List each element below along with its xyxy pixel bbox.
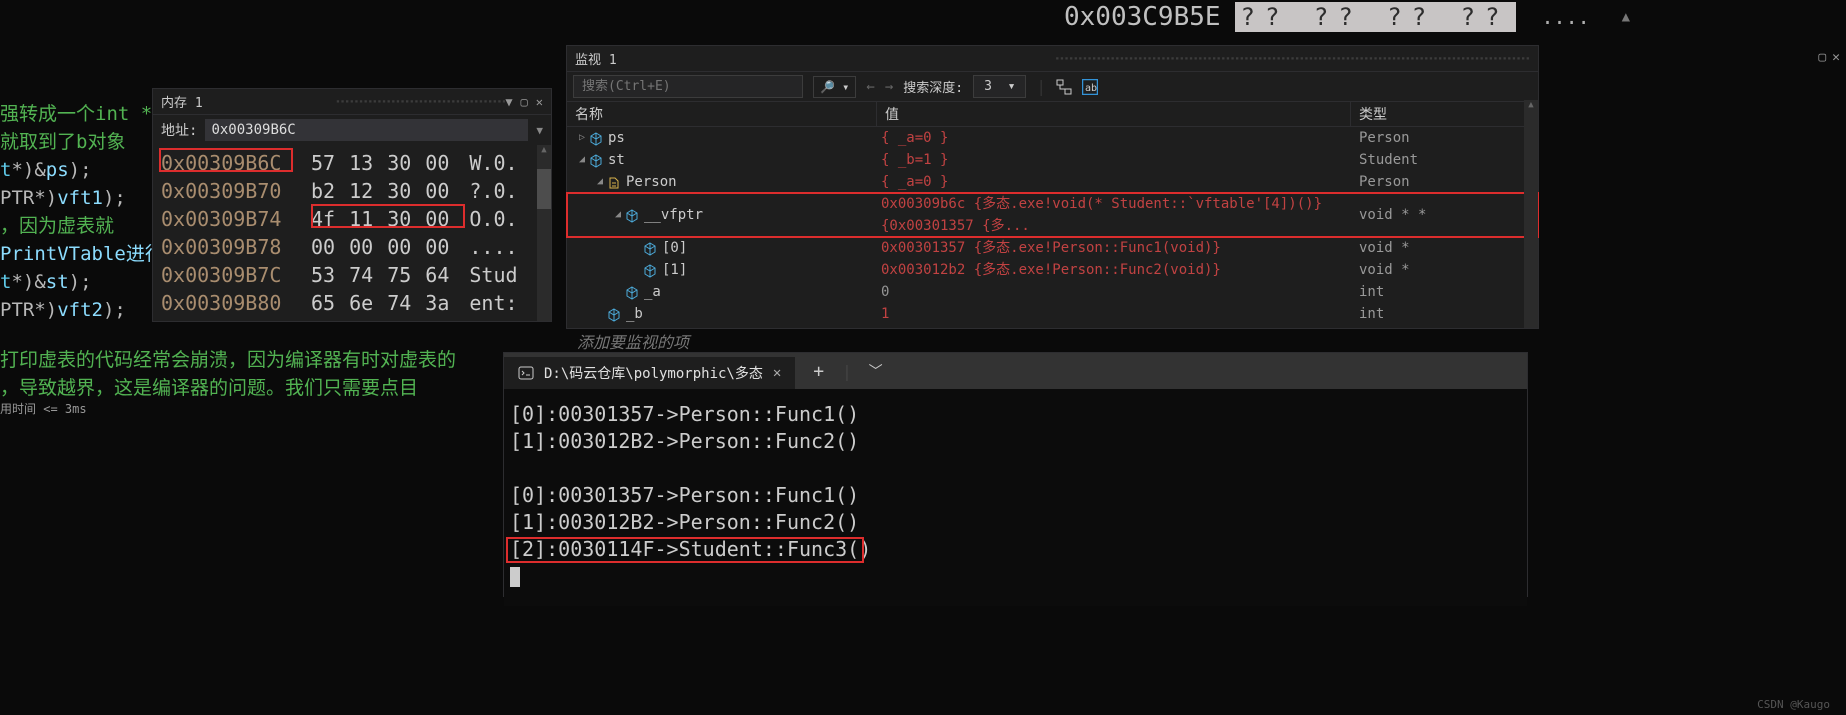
expand-icon[interactable]: ◢ [575,149,589,171]
memory-rows: ▲ 0x00309B6C57133000W.0.0x00309B70b21230… [153,145,551,321]
memory-row: 0x00309B6C57133000W.0. [153,149,551,177]
cube-icon [643,241,657,255]
svg-text:ab: ab [1085,83,1097,94]
terminal-line: [2]:0030114F->Student::Func3() [510,536,1521,563]
cursor [510,567,520,587]
search-prev-icon[interactable]: ← [866,79,874,95]
top-memory-addr: 0x003C9B5E [1064,2,1221,32]
expand-icon[interactable]: ◢ [611,204,625,226]
chevron-down-icon[interactable]: ▼ [536,124,543,137]
watch-row[interactable]: _b 1 int [567,303,1538,325]
elapsed-time: 用时间 <= 3ms [0,400,87,417]
terminal-line [510,455,1521,482]
watch-panel: 监视 1 ▪▪▪▪▪▪▪▪▪▪▪▪▪▪▪▪▪▪▪▪▪▪▪▪▪▪▪▪▪▪▪▪▪▪▪… [566,45,1539,329]
terminal-panel: D:\码云仓库\polymorphic\多态 ✕ + | ﹀ [0]:00301… [503,352,1528,597]
watch-title: 监视 1 [575,49,1050,68]
terminal-line: [1]:003012B2->Person::Func2() [510,428,1521,455]
memory-title: 内存 1 [161,92,330,111]
scrollbar[interactable]: ▲ [1524,100,1538,328]
cube-icon [625,208,639,222]
close-icon[interactable]: ✕ [1832,50,1840,65]
memory-row: 0x00309B744f113000O.0. [153,205,551,233]
watch-row[interactable]: _a 0 int [567,281,1538,303]
cube-icon [589,131,603,145]
expand-icon[interactable]: ◢ [593,171,607,193]
hierarchy-icon[interactable] [1056,79,1072,95]
memory-panel: 内存 1 ▪▪▪▪▪▪▪▪▪▪▪▪▪▪▪▪▪▪▪▪▪▪▪▪▪▪▪▪▪▪▪▪▪▪▪… [152,88,552,322]
toggle-view-icon[interactable]: ab [1082,79,1098,95]
close-icon[interactable]: ✕ [773,365,781,381]
col-name[interactable]: 名称 [567,102,877,126]
terminal-icon [518,365,534,381]
watch-row[interactable]: [1] 0x003012b2 {多态.exe!Person::Func2(voi… [567,259,1538,281]
maximize-icon[interactable]: ▢ [1818,50,1826,65]
scrollbar[interactable]: ▲ [537,145,551,321]
memory-row: 0x00309B80656e743aent: [153,289,551,317]
search-icon[interactable]: 🔎 ▾ [813,76,856,98]
address-label: 地址: [161,120,197,140]
watch-row[interactable]: ◢ __vfptr 0x00309b6c {多态.exe!void(* Stud… [567,193,1538,237]
memory-row: 0x00309B7C53747564Stud [153,261,551,289]
watch-row[interactable]: ▷ ps { _a=0 } Person [567,127,1538,149]
memory-row: 0x00309B7800000000.... [153,233,551,261]
terminal-line: [1]:003012B2->Person::Func2() [510,509,1521,536]
top-memory-dots: .... [1542,5,1590,29]
scroll-up-icon[interactable]: ▲ [1622,9,1630,25]
cube-icon [607,307,621,321]
watch-row[interactable]: [0] 0x00301357 {多态.exe!Person::Func1(voi… [567,237,1538,259]
col-type[interactable]: 类型 [1351,102,1538,126]
watch-window-controls: ▢ ✕ [1818,50,1840,65]
watch-row[interactable]: ◢ st { _b=1 } Student [567,149,1538,171]
chevron-down-icon[interactable]: ﹀ [852,361,883,381]
maximize-icon[interactable]: ▢ [521,95,528,109]
cube-icon [625,285,639,299]
memory-row: 0x00309B70b2123000?.0. [153,177,551,205]
terminal-tab[interactable]: D:\码云仓库\polymorphic\多态 ✕ [504,357,795,389]
new-tab-button[interactable]: + [795,361,842,382]
address-input[interactable] [205,119,528,141]
search-input[interactable] [573,75,803,98]
search-next-icon[interactable]: → [885,79,893,95]
top-memory-hex: ?? ?? ?? ?? [1235,2,1516,32]
depth-label: 搜索深度: [903,77,963,96]
dropdown-icon[interactable]: ▼ [505,95,512,109]
terminal-line: [0]:00301357->Person::Func1() [510,482,1521,509]
inherit-icon [607,175,621,189]
terminal-line: [0]:00301357->Person::Func1() [510,401,1521,428]
expand-icon[interactable]: ▷ [575,127,589,149]
terminal-tab-title: D:\码云仓库\polymorphic\多态 [544,363,763,383]
close-icon[interactable]: ✕ [536,95,543,109]
col-value[interactable]: 值 [877,102,1351,126]
watch-row[interactable]: ◢ Person { _a=0 } Person [567,171,1538,193]
watermark: CSDN @Kaugo [1757,698,1830,711]
cube-icon [589,153,603,167]
depth-value[interactable]: 3 ▾ [973,75,1026,98]
cube-icon [643,263,657,277]
